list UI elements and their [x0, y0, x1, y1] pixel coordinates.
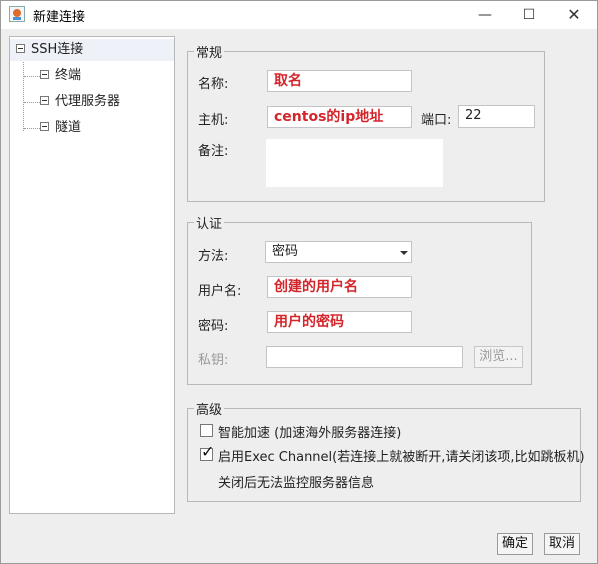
- private-key-label: 私钥:: [198, 353, 229, 368]
- new-connection-dialog: 新建连接 — ☐ ✕ SSH连接 终端 代理服务器 隧道 常规 名称: 取名 主…: [0, 0, 598, 564]
- collapse-icon[interactable]: [40, 96, 49, 105]
- name-label: 名称:: [198, 77, 229, 92]
- minimize-button[interactable]: —: [463, 1, 507, 29]
- username-input[interactable]: 创建的用户名: [267, 276, 412, 298]
- password-input[interactable]: 用户的密码: [267, 311, 412, 333]
- tree-item-label: 终端: [55, 68, 82, 83]
- maximize-button[interactable]: ☐: [507, 1, 551, 29]
- host-label: 主机:: [198, 113, 229, 128]
- smart-accel-label: 智能加速 (加速海外服务器连接): [218, 426, 402, 441]
- collapse-icon[interactable]: [40, 122, 49, 131]
- port-label: 端口:: [421, 113, 452, 128]
- name-input[interactable]: 取名: [267, 70, 412, 92]
- tree-item-label: 代理服务器: [55, 94, 121, 109]
- host-input[interactable]: centos的ip地址: [267, 106, 412, 128]
- tree-item-label: SSH连接: [31, 42, 84, 57]
- cancel-button[interactable]: 取消: [544, 533, 580, 555]
- smart-accel-checkbox[interactable]: [200, 424, 213, 437]
- note-textarea[interactable]: [265, 138, 444, 188]
- dropdown-arrow-icon: [400, 251, 408, 255]
- browse-button[interactable]: 浏览...: [474, 346, 523, 368]
- note-label: 备注:: [198, 144, 229, 159]
- tree-item-terminal[interactable]: 终端: [40, 65, 81, 87]
- tree-connector-branch: [24, 102, 40, 103]
- section-title: 认证: [196, 217, 223, 232]
- port-input[interactable]: 22: [458, 105, 535, 128]
- collapse-icon[interactable]: [40, 70, 49, 79]
- tree-item-label: 隧道: [55, 120, 82, 135]
- tree-item-proxy[interactable]: 代理服务器: [40, 91, 120, 113]
- method-selected-value: 密码: [272, 244, 299, 259]
- ok-button[interactable]: 确定: [497, 533, 533, 555]
- method-label: 方法:: [198, 249, 229, 264]
- tree-connector-branch: [24, 128, 40, 129]
- checkmark-icon: ✓: [201, 442, 215, 461]
- tree-connector-branch: [24, 76, 40, 77]
- exec-channel-note: 关闭后无法监控服务器信息: [218, 476, 375, 491]
- method-select[interactable]: 密码: [265, 241, 412, 263]
- collapse-icon[interactable]: [16, 44, 25, 53]
- password-label: 密码:: [198, 319, 229, 334]
- title-bar: 新建连接 — ☐ ✕: [1, 1, 597, 29]
- java-app-icon: [9, 6, 25, 22]
- exec-channel-label: 启用Exec Channel(若连接上就被断开,请关闭该项,比如跳板机): [218, 450, 585, 465]
- username-label: 用户名:: [198, 284, 242, 299]
- window-title: 新建连接: [33, 10, 86, 25]
- settings-tree: SSH连接 终端 代理服务器 隧道: [9, 36, 175, 514]
- section-title: 高级: [196, 403, 223, 418]
- tree-item-ssh[interactable]: SSH连接: [10, 39, 174, 61]
- close-button[interactable]: ✕: [552, 1, 596, 29]
- exec-channel-checkbox[interactable]: ✓: [200, 444, 214, 461]
- private-key-input[interactable]: [266, 346, 463, 368]
- tree-connector-line: [23, 59, 24, 131]
- tree-item-tunnel[interactable]: 隧道: [40, 117, 81, 139]
- section-title: 常规: [196, 46, 223, 61]
